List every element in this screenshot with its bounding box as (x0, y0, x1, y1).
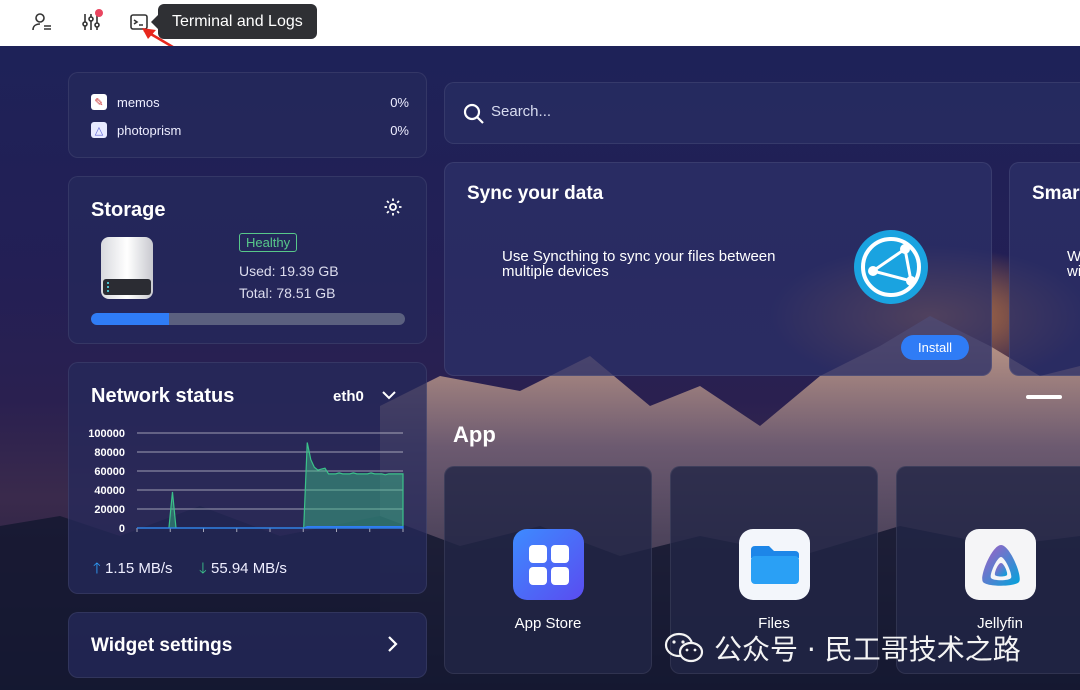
wechat-icon (664, 632, 704, 663)
app-section-title: App (453, 422, 496, 447)
sync-card: Sync your data Use Syncthing to sync you… (444, 162, 992, 376)
top-bar: Terminal and Logs (0, 0, 1080, 66)
syncthing-icon (853, 229, 929, 310)
storage-card: Storage Healthy Used: 19.39 GB Total: 78… (68, 176, 427, 344)
download-value: 55.94 MB/s (210, 560, 287, 577)
search-input[interactable] (491, 103, 891, 120)
notification-dot (95, 9, 103, 17)
app-usage-name: memos (117, 95, 160, 110)
carousel-indicator[interactable] (1026, 395, 1062, 399)
arrow-down-icon: 🡓 (199, 560, 207, 577)
download-series-area (137, 442, 404, 529)
interface-select[interactable]: eth0 (333, 388, 396, 405)
network-card: Network status eth0 100000 80000 60000 4000… (68, 362, 427, 594)
next-card-title: Smar (1032, 183, 1080, 204)
y-tick-label: 20000 (94, 504, 125, 516)
watermark-text: 公众号 · 民工哥技术之路 (714, 633, 1021, 666)
interface-label: eth0 (333, 388, 364, 405)
memos-icon: ✎ (91, 94, 107, 110)
sliders-icon[interactable] (79, 9, 103, 34)
y-tick-label: 40000 (94, 485, 125, 497)
photoprism-icon: △ (91, 122, 107, 138)
app-tile-app-store[interactable]: App Store (444, 466, 652, 674)
folder-icon (739, 529, 810, 600)
search-bar[interactable] (444, 82, 1080, 144)
next-card: Smar W wi (1009, 162, 1080, 376)
storage-total: Total: 78.51 GB (239, 285, 336, 301)
storage-progress-bar (91, 313, 405, 325)
upload-value: 1.15 MB/s (104, 560, 173, 577)
jellyfin-icon (965, 529, 1036, 600)
app-usage-percent: 0% (390, 95, 409, 110)
storage-title: Storage (91, 199, 166, 221)
app-usage-row-photoprism: △ photoprism 0% (91, 121, 409, 141)
y-tick-label: 100000 (88, 428, 125, 440)
storage-used: Used: 19.39 GB (239, 263, 339, 279)
widget-settings-label: Widget settings (91, 635, 233, 656)
network-chart: 100000 80000 60000 40000 20000 0 (88, 428, 404, 535)
app-usage-row-memos: ✎ memos 0% (91, 93, 409, 113)
chevron-right-icon (388, 636, 398, 652)
app-usage-percent: 0% (390, 123, 409, 138)
y-tick-label: 0 (119, 523, 125, 535)
upload-series-area (137, 525, 404, 529)
arrow-up-icon: 🡑 (93, 560, 101, 577)
user-settings-icon[interactable] (30, 10, 54, 34)
widget-settings-button[interactable]: Widget settings (68, 612, 427, 678)
watermark: 公众号 · 民工哥技术之路 (664, 628, 1021, 668)
sync-description: Use Syncthing to sync your files between… (502, 248, 776, 280)
storage-progress-fill (91, 313, 169, 325)
app-usage-card: ✎ memos 0% △ photoprism 0% (68, 72, 427, 158)
install-button[interactable]: Install (901, 335, 969, 360)
next-card-text-1: W (1067, 248, 1080, 265)
network-title: Network status (91, 385, 235, 407)
app-usage-name: photoprism (117, 123, 182, 138)
app-store-icon (513, 529, 584, 600)
sync-title: Sync your data (467, 183, 604, 204)
app-name: App Store (514, 615, 582, 632)
upload-speed: 🡑 1.15 MB/s (93, 558, 173, 583)
status-badge: Healthy (239, 233, 298, 252)
y-tick-label: 60000 (94, 466, 125, 478)
next-card-text-2: wi (1067, 263, 1080, 280)
chevron-down-icon (382, 391, 396, 400)
drive-icon (99, 235, 155, 306)
search-icon (463, 103, 484, 124)
download-speed: 🡓 55.94 MB/s (199, 558, 287, 583)
gear-icon[interactable] (383, 197, 403, 222)
y-tick-label: 80000 (94, 447, 125, 459)
